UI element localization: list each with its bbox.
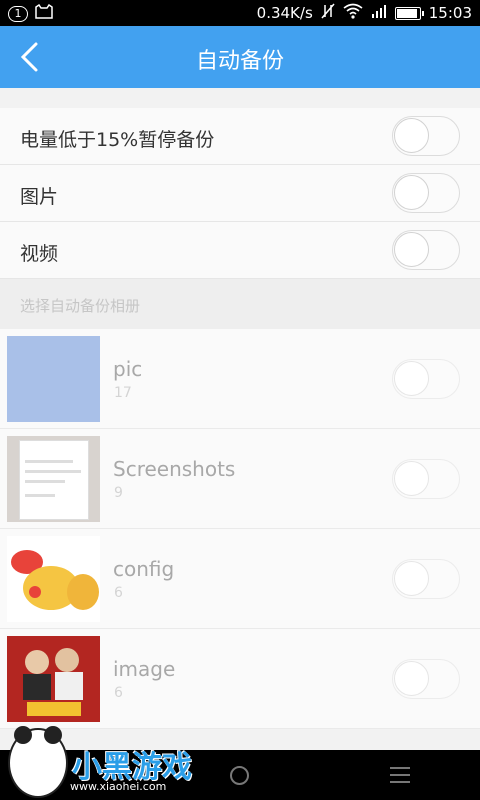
album-thumbnail [7,536,100,622]
setting-row-pictures: 图片 [0,165,480,222]
album-row-pic: pic 17 [0,329,480,429]
settings-content: 电量低于15%暂停备份 图片 视频 选择自动备份相册 pic 17 Screen… [0,88,480,750]
album-thumbnail [7,436,100,522]
album-toggle-screenshots[interactable] [392,459,460,499]
low-battery-toggle[interactable] [392,116,460,156]
data-off-icon [321,3,335,23]
album-count: 17 [114,385,132,401]
album-name: config [113,557,175,581]
notification-count-icon: 1 [8,6,28,22]
setting-label: 视频 [20,243,59,265]
battery-icon [394,6,424,20]
home-button[interactable] [230,766,249,785]
cat-notification-icon [34,3,54,24]
album-toggle-pic[interactable] [392,359,460,399]
album-name: image [113,657,176,681]
panda-icon [8,726,68,798]
album-count: 6 [114,685,123,701]
album-row-screenshots: Screenshots 9 [0,429,480,529]
album-toggle-image[interactable] [392,659,460,699]
signal-icon [371,3,387,23]
network-speed: 0.34K/s [256,4,313,22]
album-thumbnail [7,636,100,722]
setting-label: 图片 [20,186,59,208]
album-toggle-config[interactable] [392,559,460,599]
album-row-image: image 6 [0,629,480,729]
page-title: 自动备份 [195,49,284,74]
album-row-config: config 6 [0,529,480,629]
clock: 15:03 [428,4,472,22]
album-thumbnail [7,336,100,422]
pictures-toggle[interactable] [392,173,460,213]
section-header: 选择自动备份相册 [0,279,480,329]
album-name: Screenshots [113,457,236,481]
wifi-icon [343,3,363,23]
album-name: pic [113,357,143,381]
album-count: 6 [114,585,123,601]
section-title: 选择自动备份相册 [20,297,141,315]
album-count: 9 [114,485,123,501]
videos-toggle[interactable] [392,230,460,270]
watermark-logo: 小黑游戏 www.xiaohei.com [0,726,200,800]
app-bar: 自动备份 [0,26,480,88]
setting-row-videos: 视频 [0,222,480,279]
setting-label: 电量低于15%暂停备份 [20,129,215,151]
menu-button[interactable] [390,767,410,783]
setting-row-low-battery: 电量低于15%暂停备份 [0,108,480,165]
status-bar: 1 0.34K/s 15:03 [0,0,480,26]
watermark-site: www.xiaohei.com [70,780,167,793]
